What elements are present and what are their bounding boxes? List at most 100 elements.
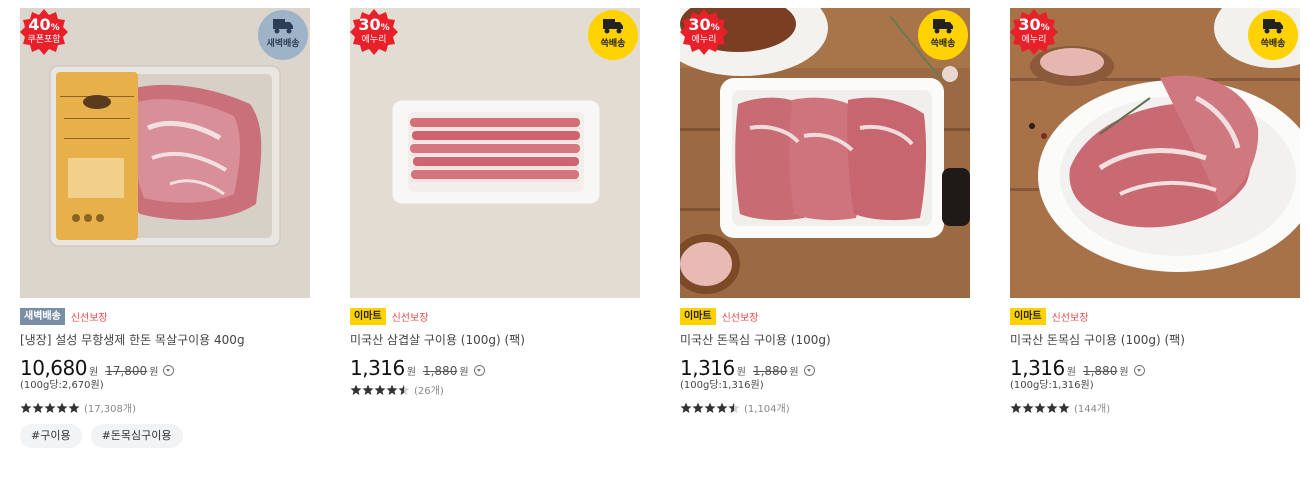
product-image[interactable]: 30% 에누리 쓱배송 [680, 8, 970, 298]
shipping-badge: 쓱배송 [588, 10, 638, 60]
unit-price: (100g당:1,316원) [680, 380, 764, 391]
product-name[interactable]: 미국산 돈목심 구이용 (100g) (팩) [1010, 332, 1300, 348]
sale-price: 1,316 [680, 356, 735, 380]
discount-badge: 30% 에누리 [680, 8, 728, 56]
product-name[interactable]: 미국산 돈목심 구이용 (100g) [680, 332, 970, 348]
shipping-label: 쓱배송 [930, 39, 956, 49]
review-count: (144개) [1074, 404, 1111, 415]
discount-percent: 30 [1018, 15, 1041, 34]
star-rating [350, 384, 410, 396]
rating: (144개) [1010, 400, 1110, 415]
discount-label: 쿠폰포함 [27, 35, 61, 45]
unit-price: (100g당:2,670원) [20, 380, 104, 391]
star-icon [728, 402, 740, 413]
star-icon [1034, 402, 1046, 413]
review-count: (1,104개) [744, 404, 790, 415]
chevron-down-circle-icon[interactable] [163, 365, 175, 376]
sale-price: 1,316 [350, 356, 405, 380]
discount-percent: 30 [358, 15, 381, 34]
original-price: 1,880 [752, 364, 788, 378]
discount-percent-unit: % [710, 23, 720, 33]
star-icon [56, 402, 68, 413]
star-icon [362, 384, 374, 395]
truck-icon [273, 19, 293, 34]
sale-price: 1,316 [1010, 356, 1065, 380]
emart-badge: 이마트 [350, 307, 386, 325]
review-count: (17,308개) [84, 404, 136, 415]
product-image[interactable]: 30% 에누리 쓱배송 [1010, 8, 1300, 298]
truck-icon [603, 19, 623, 34]
currency: 원 [459, 367, 469, 378]
currency: 원 [736, 367, 746, 378]
hashtag-chip[interactable]: #구이용 [20, 424, 82, 448]
discount-percent: 30 [688, 15, 711, 34]
star-icon [374, 384, 386, 395]
star-rating [20, 402, 80, 414]
product-image[interactable]: 30% 에누리 쓱배송 [350, 8, 640, 298]
hashtag-chip[interactable]: #돈목심구이용 [90, 424, 183, 448]
rating: (17,308개) [20, 400, 136, 415]
emart-badge: 이마트 [1010, 307, 1046, 325]
original-price: 1,880 [1082, 364, 1118, 378]
star-icon [386, 384, 398, 395]
product-name[interactable]: [냉장] 설성 무항생제 한돈 목살구이용 400g [20, 332, 310, 348]
discount-label: 에누리 [1021, 35, 1047, 45]
discount-label: 에누리 [361, 35, 387, 45]
shipping-label: 쓱배송 [1260, 39, 1286, 49]
truck-icon [933, 19, 953, 34]
star-rating [680, 402, 740, 414]
currency: 원 [1119, 367, 1129, 378]
fresh-guarantee-label: 신선보장 [1051, 312, 1089, 324]
review-count: (26개) [414, 386, 444, 397]
product-image[interactable]: 40% 쿠폰포함 새벽배송 [20, 8, 310, 298]
star-icon [1046, 402, 1058, 413]
chevron-down-circle-icon[interactable] [473, 365, 485, 376]
currency: 원 [1066, 367, 1076, 378]
fresh-guarantee-label: 신선보장 [70, 312, 108, 324]
shipping-label: 새벽배송 [266, 39, 300, 49]
star-icon [680, 402, 692, 413]
star-icon [1022, 402, 1034, 413]
product-card[interactable]: 30% 에누리 쓱배송 이마트 신선보장 미국산 돈목심 구이용 (100g) … [1010, 8, 1300, 415]
product-name[interactable]: 미국산 삼겹살 구이용 (100g) (팩) [350, 332, 640, 348]
discount-badge: 30% 에누리 [1010, 8, 1058, 56]
hashtag-list: #구이용 #돈목심구이용 [20, 424, 183, 448]
currency: 원 [789, 367, 799, 378]
star-icon [398, 384, 410, 395]
star-icon [44, 402, 56, 413]
chevron-down-circle-icon[interactable] [1133, 365, 1145, 376]
shipping-badge: 쓱배송 [1248, 10, 1298, 60]
discount-badge: 30% 에누리 [350, 8, 398, 56]
star-icon [350, 384, 362, 395]
product-card[interactable]: 30% 에누리 쓱배송 이마트 신선보장 미국산 돈목심 구이용 (100g) … [680, 8, 970, 415]
shipping-label: 쓱배송 [600, 39, 626, 49]
discount-percent-unit: % [380, 23, 390, 33]
dawn-delivery-badge: 새벽배송 [20, 307, 65, 325]
original-price: 17,800 [105, 364, 148, 378]
price-row: 10,680 원 17,800 원 [20, 356, 175, 380]
star-icon [716, 402, 728, 413]
star-icon [704, 402, 716, 413]
product-card[interactable]: 30% 에누리 쓱배송 이마트 신선보장 미국산 삼겹살 구이용 (100g) … [350, 8, 640, 397]
currency: 원 [88, 367, 99, 378]
price-row: 1,316 원 1,880 원 [350, 356, 485, 380]
star-icon [20, 402, 32, 413]
sale-price: 10,680 [20, 356, 87, 380]
discount-percent: 40 [28, 15, 51, 34]
chevron-down-circle-icon[interactable] [803, 365, 815, 376]
star-icon [1010, 402, 1022, 413]
emart-badge: 이마트 [680, 307, 716, 325]
discount-percent-unit: % [1040, 23, 1050, 33]
discount-percent-unit: % [50, 23, 60, 33]
price-row: 1,316 원 1,880 원 [680, 356, 815, 380]
original-price: 1,880 [422, 364, 458, 378]
fresh-guarantee-label: 신선보장 [391, 312, 429, 324]
shipping-badge: 새벽배송 [258, 10, 308, 60]
star-rating [1010, 402, 1070, 414]
star-icon [68, 402, 80, 413]
star-icon [692, 402, 704, 413]
product-card[interactable]: 40% 쿠폰포함 새벽배송 새벽배송 신선보장 [냉장] 설성 무항생제 한돈 … [20, 8, 310, 415]
truck-icon [1263, 19, 1283, 34]
discount-badge: 40% 쿠폰포함 [20, 8, 68, 56]
discount-label: 에누리 [691, 35, 717, 45]
